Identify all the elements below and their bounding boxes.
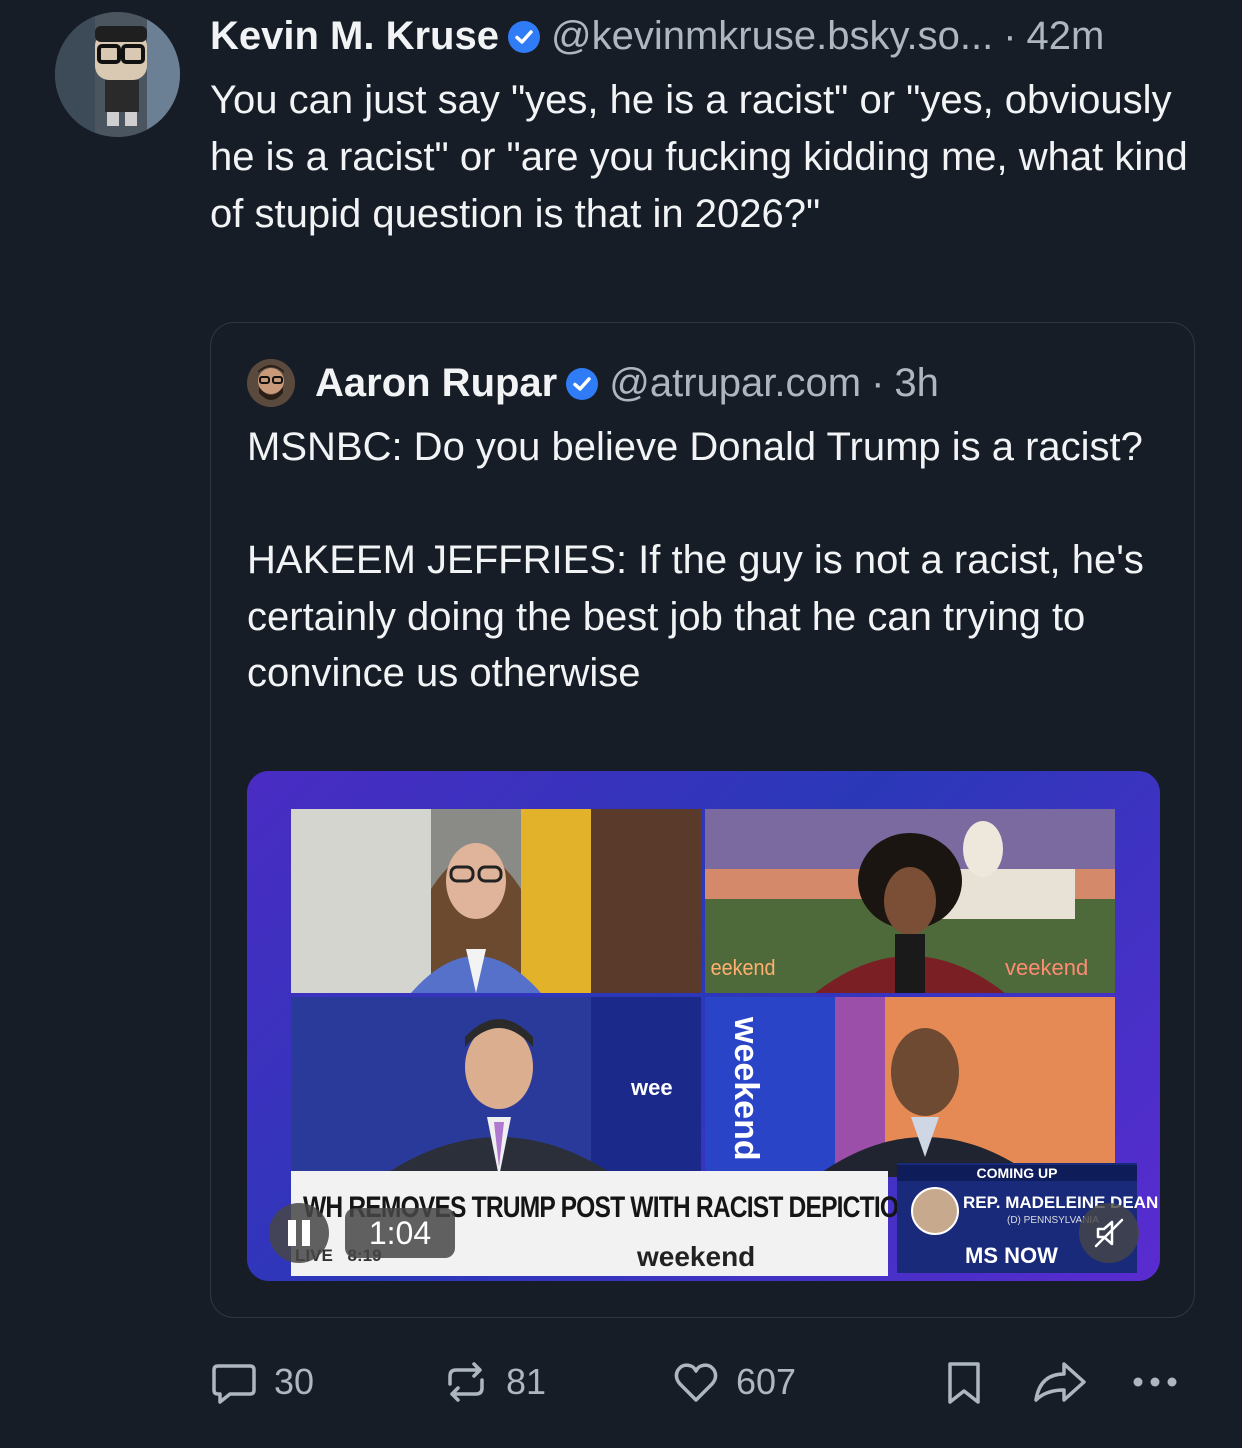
author-avatar[interactable] — [55, 12, 180, 137]
verified-badge-icon — [507, 19, 541, 53]
repost-button[interactable]: 81 — [442, 1352, 546, 1412]
video-tile-anchor — [291, 809, 701, 993]
quoted-author-avatar[interactable] — [247, 359, 295, 407]
post-actions: 30 81 607 — [210, 1352, 1210, 1412]
tile-logo-text: eekend — [710, 955, 776, 980]
repost-icon — [448, 1362, 484, 1402]
bookmark-button[interactable] — [940, 1352, 988, 1412]
video-tile-host: wee — [291, 997, 701, 1177]
video-tile-interviewee: weekend — [705, 997, 1115, 1177]
post-header: Kevin M. Kruse @kevinmkruse.bsky.so... ·… — [210, 10, 1202, 62]
pause-button[interactable] — [269, 1203, 329, 1263]
separator-dot: · — [871, 360, 885, 405]
tile-logo-text: veekend — [1005, 955, 1089, 980]
quoted-post-time[interactable]: 3h — [894, 361, 939, 406]
quoted-author-name[interactable]: Aaron Rupar — [315, 361, 557, 406]
mute-button[interactable] — [1079, 1203, 1139, 1263]
author-handle[interactable]: @kevinmkruse.bsky.so... — [551, 14, 993, 59]
verified-badge-icon — [565, 366, 599, 400]
video-tile-guest: eekend veekend — [705, 809, 1115, 993]
post-text: You can just say "yes, he is a racist" o… — [210, 78, 1188, 236]
reply-button[interactable]: 30 — [210, 1352, 314, 1412]
quoted-author-handle[interactable]: @atrupar.com — [609, 361, 861, 406]
like-count: 607 — [736, 1361, 797, 1402]
more-options-button[interactable] — [1130, 1352, 1180, 1412]
share-icon — [1034, 1362, 1086, 1402]
video-time-remaining: 1:04 — [345, 1208, 455, 1258]
coming-up-label: COMING UP — [897, 1165, 1137, 1181]
repost-count: 81 — [506, 1361, 547, 1402]
guest-photo — [911, 1187, 959, 1235]
quoted-header: Aaron Rupar @atrupar.com · 3h — [315, 357, 939, 409]
separator-dot: · — [1003, 13, 1017, 58]
share-button[interactable] — [1032, 1352, 1088, 1412]
reply-count: 30 — [274, 1361, 315, 1402]
pause-icon — [288, 1220, 310, 1246]
like-button[interactable]: 607 — [672, 1352, 796, 1412]
quoted-post[interactable]: Aaron Rupar @atrupar.com · 3h MSNBC: Do … — [210, 322, 1195, 1318]
network-logo: MS NOW — [965, 1243, 1058, 1268]
video-player[interactable]: eekend veekend wee weekend WH REMOVES TR… — [247, 771, 1160, 1281]
bookmark-icon — [948, 1362, 980, 1404]
quoted-post-text: MSNBC: Do you believe Donald Trump is a … — [247, 425, 1144, 695]
show-logo: weekend — [637, 1241, 756, 1272]
heart-icon — [674, 1363, 718, 1402]
post-time[interactable]: 42m — [1027, 14, 1105, 59]
tile-logo-text: wee — [631, 1075, 673, 1100]
tile-logo-vertical: weekend — [727, 1017, 765, 1161]
volume-muted-icon — [1094, 1218, 1124, 1248]
author-name[interactable]: Kevin M. Kruse — [210, 14, 499, 59]
more-icon — [1133, 1377, 1177, 1387]
reply-icon — [212, 1364, 256, 1404]
